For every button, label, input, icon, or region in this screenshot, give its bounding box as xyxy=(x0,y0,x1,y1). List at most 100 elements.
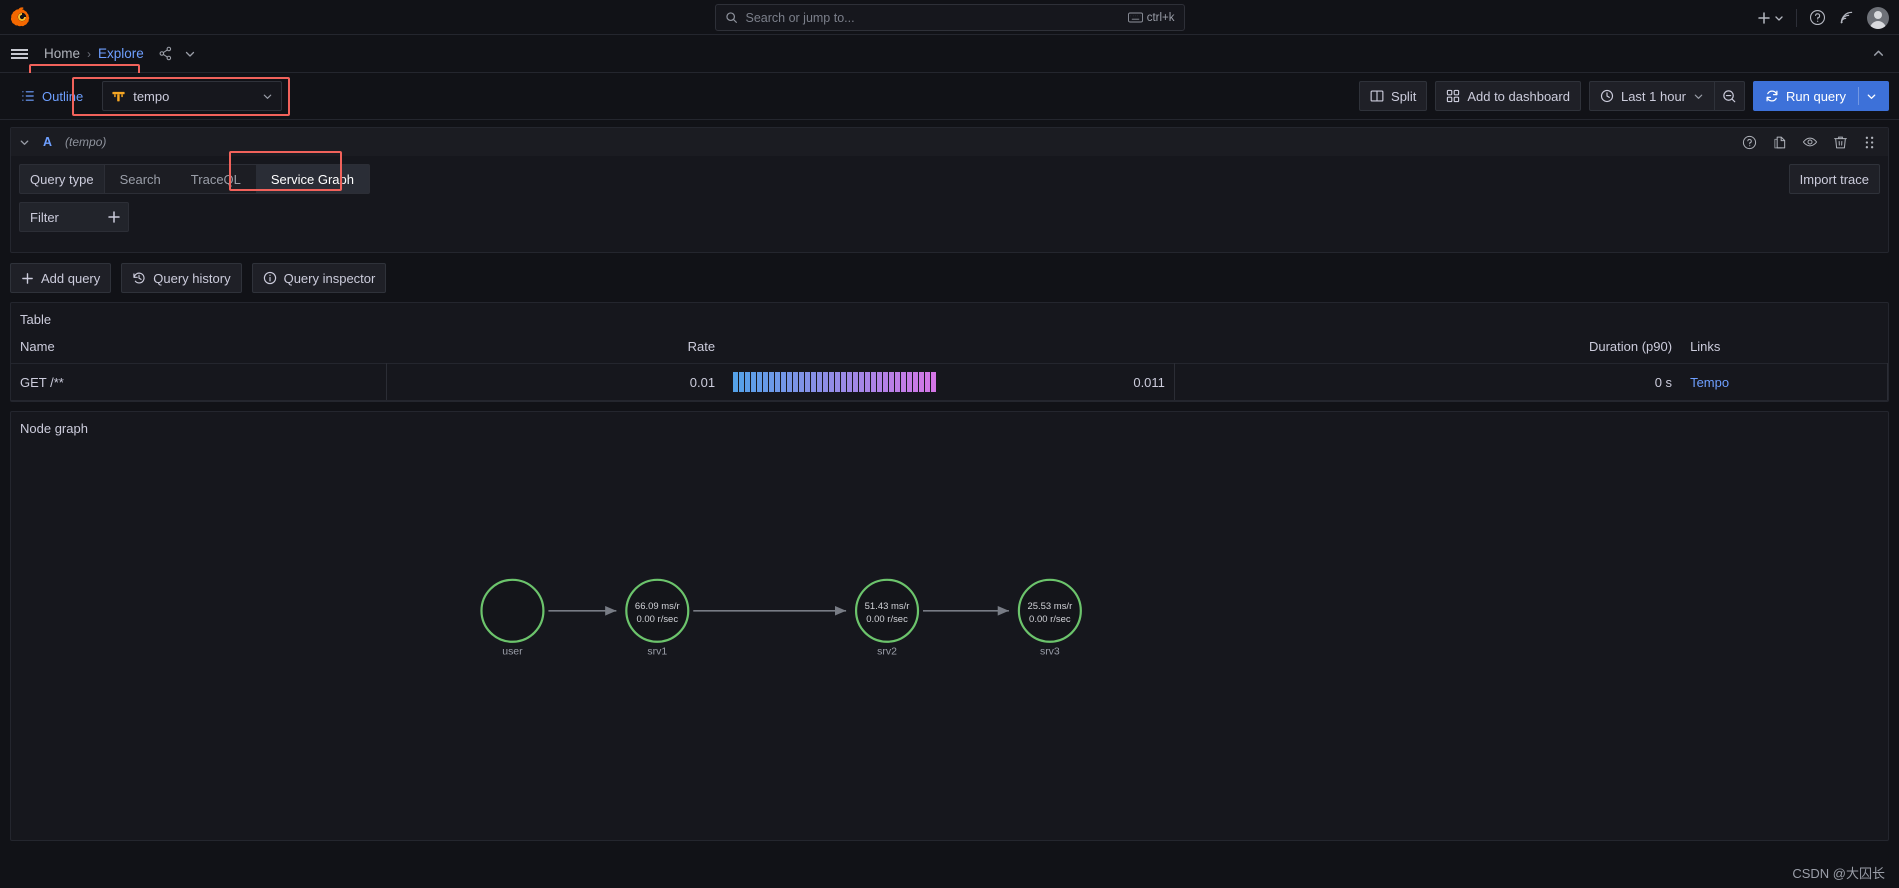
node-label: srv3 xyxy=(1040,647,1060,658)
node-stat-rate: 0.00 r/sec xyxy=(636,614,678,625)
column-header-links[interactable]: Links xyxy=(1681,334,1887,364)
duplicate-query-icon[interactable] xyxy=(1772,135,1787,150)
top-navigation-bar: Search or jump to... ctrl+k xyxy=(0,0,1899,35)
outline-label: Outline xyxy=(42,88,84,104)
tempo-link[interactable]: Tempo xyxy=(1690,375,1729,390)
drag-handle-icon[interactable] xyxy=(1863,135,1876,150)
node-stat-duration: 25.53 ms/r xyxy=(1027,601,1072,612)
top-bar-actions xyxy=(1757,0,1889,35)
zoom-out-icon[interactable] xyxy=(1715,81,1746,111)
collapse-toolbar-button[interactable] xyxy=(1872,47,1885,60)
datasource-name: tempo xyxy=(133,88,170,104)
keyboard-icon xyxy=(1127,12,1143,23)
query-actions-row: Add query Query history Query inspector xyxy=(10,253,1889,293)
search-placeholder-text: Search or jump to... xyxy=(745,10,855,25)
outline-button[interactable]: Outline xyxy=(10,81,94,111)
node-graph-node-user[interactable]: user xyxy=(480,578,545,658)
search-shortcut-hint: ctrl+k xyxy=(1127,11,1175,24)
query-type-service-graph[interactable]: Service Graph xyxy=(255,165,369,193)
node-label: user xyxy=(502,647,523,658)
user-avatar[interactable] xyxy=(1867,6,1889,29)
cell-rate-value: 0.01 xyxy=(386,363,725,401)
clock-icon xyxy=(1600,89,1614,103)
chevron-down-icon[interactable] xyxy=(19,137,30,148)
search-input[interactable]: Search or jump to... ctrl+k xyxy=(714,4,1185,31)
breadcrumb-item-explore[interactable]: Explore xyxy=(98,46,144,61)
column-header-rate-sparkline xyxy=(724,334,1174,364)
info-circle-icon xyxy=(263,271,277,285)
datasource-picker[interactable]: tempo xyxy=(102,81,283,111)
tempo-logo-icon xyxy=(111,89,126,104)
add-query-label: Add query xyxy=(41,270,101,286)
add-filter-button[interactable] xyxy=(99,202,129,232)
grafana-logo-icon[interactable] xyxy=(5,0,39,34)
time-range-label: Last 1 hour xyxy=(1620,88,1687,104)
global-search-container: Search or jump to... ctrl+k xyxy=(714,4,1185,31)
filter-row: Filter xyxy=(19,202,1880,232)
table-panel-title: Table xyxy=(20,312,52,327)
node-stat-rate: 0.00 r/sec xyxy=(866,614,908,625)
query-refid: A xyxy=(43,135,53,149)
query-type-traceql[interactable]: TraceQL xyxy=(176,165,256,193)
node-stat-rate: 0.00 r/sec xyxy=(1029,614,1071,625)
cell-links: Tempo xyxy=(1681,363,1889,401)
search-icon xyxy=(725,11,738,24)
query-type-row: Query type Search TraceQL Service Graph xyxy=(19,151,1880,194)
breadcrumb-actions xyxy=(158,46,196,61)
time-range-picker[interactable]: Last 1 hour xyxy=(1588,81,1716,111)
sync-refresh-icon xyxy=(1765,89,1779,103)
search-shortcut-text: ctrl+k xyxy=(1146,11,1175,24)
help-circle-icon[interactable] xyxy=(1809,9,1826,26)
query-row-header: A (tempo) xyxy=(11,128,1888,156)
help-circle-icon[interactable] xyxy=(1742,135,1757,150)
run-query-label: Run query xyxy=(1786,88,1846,104)
table-header-row: Name Rate Duration (p90) Links xyxy=(11,334,1888,364)
rss-news-icon[interactable] xyxy=(1838,9,1855,26)
apps-grid-icon xyxy=(1446,89,1460,103)
table-row[interactable]: GET /** 0.01 0.011 0 s Tempo xyxy=(11,363,1889,401)
node-label: srv1 xyxy=(647,647,667,658)
query-type-search[interactable]: Search xyxy=(105,165,176,193)
hamburger-menu-icon[interactable] xyxy=(0,35,38,73)
breadcrumb-item-home[interactable]: Home xyxy=(44,46,80,61)
node-graph-node-srv2[interactable]: 51.43 ms/r 0.00 r/sec srv2 xyxy=(854,578,920,658)
trash-delete-icon[interactable] xyxy=(1833,135,1848,150)
add-query-button[interactable]: Add query xyxy=(10,263,112,293)
import-trace-button[interactable]: Import trace xyxy=(1788,164,1880,194)
node-graph-node-srv1[interactable]: 66.09 ms/r 0.00 r/sec srv1 xyxy=(625,578,690,658)
split-button[interactable]: Split xyxy=(1359,81,1428,111)
column-header-rate[interactable]: Rate xyxy=(386,334,724,364)
toggle-visibility-eye-icon[interactable] xyxy=(1802,134,1818,150)
column-header-name[interactable]: Name xyxy=(11,334,386,364)
node-graph-node-srv3[interactable]: 25.53 ms/r 0.00 r/sec srv3 xyxy=(1017,578,1082,658)
history-icon xyxy=(132,271,146,285)
column-header-duration[interactable]: Duration (p90) xyxy=(1174,334,1681,364)
query-row-action-icons xyxy=(1742,134,1880,150)
query-type-radio-group: Search TraceQL Service Graph xyxy=(103,164,370,194)
explore-toolbar: Outline tempo Split Add to dashboard Las… xyxy=(0,73,1899,120)
share-nodes-icon[interactable] xyxy=(158,46,173,61)
filter-label: Filter xyxy=(19,202,99,232)
query-history-button[interactable]: Query history xyxy=(121,263,242,293)
node-stat-duration: 51.43 ms/r xyxy=(865,601,910,612)
query-inspector-button[interactable]: Query inspector xyxy=(251,263,387,293)
cell-rate-sparkline: 0.011 xyxy=(724,363,1175,401)
node-graph-canvas[interactable]: user 66.09 ms/r 0.00 r/sec srv1 51.43 ms/r 0.… xyxy=(11,412,1888,842)
chevron-down-icon[interactable] xyxy=(184,48,196,60)
query-datasource-note: (tempo) xyxy=(65,135,107,149)
split-panes-icon xyxy=(1370,89,1384,103)
create-new-button[interactable] xyxy=(1757,11,1784,25)
query-type-label: Query type xyxy=(19,164,104,194)
time-range-controls: Last 1 hour xyxy=(1588,81,1746,111)
chevron-down-icon[interactable] xyxy=(1866,91,1877,102)
breadcrumb-separator: › xyxy=(87,46,92,61)
add-to-dashboard-button[interactable]: Add to dashboard xyxy=(1435,81,1581,111)
node-label: srv2 xyxy=(877,647,897,658)
import-trace-label: Import trace xyxy=(1799,171,1869,187)
toolbar-divider xyxy=(1796,8,1797,27)
cell-name: GET /** xyxy=(11,363,387,401)
cell-duration: 0 s xyxy=(1174,363,1682,401)
service-graph-table: Name Rate Duration (p90) Links GET /** 0… xyxy=(11,334,1889,401)
explore-content: A (tempo) Query type Search TraceQL Serv… xyxy=(0,120,1899,841)
run-query-button[interactable]: Run query xyxy=(1753,81,1889,111)
